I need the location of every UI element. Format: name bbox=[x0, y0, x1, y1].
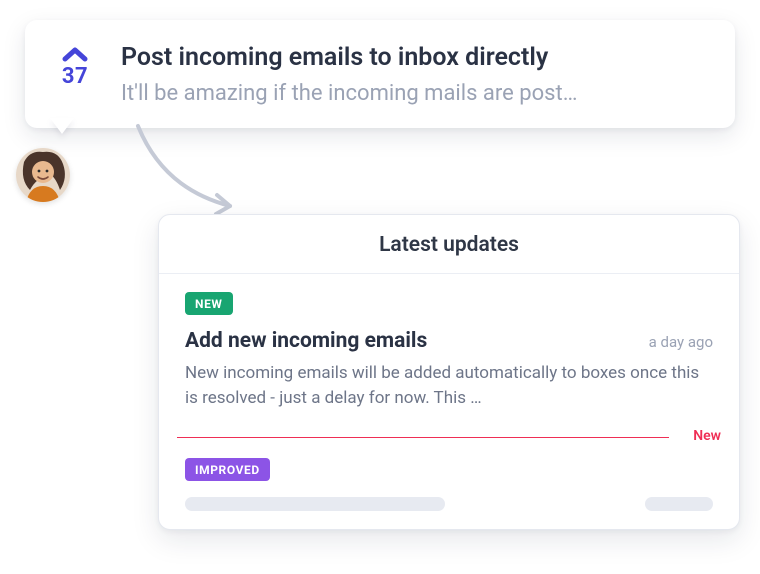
speech-bubble-tail bbox=[50, 118, 74, 134]
divider-label: New bbox=[693, 428, 721, 444]
update-item[interactable]: IMPROVED bbox=[159, 446, 739, 485]
new-divider: New bbox=[177, 428, 721, 446]
updates-panel: Latest updates NEW Add new incoming emai… bbox=[158, 214, 740, 530]
skeleton-meta bbox=[645, 497, 713, 511]
vote-count: 37 bbox=[62, 64, 88, 89]
status-badge-new: NEW bbox=[185, 292, 233, 315]
skeleton-title bbox=[185, 497, 445, 511]
update-body: New incoming emails will be added automa… bbox=[185, 361, 705, 410]
skeleton-row bbox=[159, 485, 739, 517]
request-description: It'll be amazing if the incoming mails a… bbox=[121, 81, 705, 106]
request-body: Post incoming emails to inbox directly I… bbox=[121, 42, 705, 106]
feature-request-card[interactable]: 37 Post incoming emails to inbox directl… bbox=[25, 20, 735, 128]
status-badge-improved: IMPROVED bbox=[185, 458, 270, 481]
update-title: Add new incoming emails bbox=[185, 329, 427, 353]
avatar bbox=[16, 148, 70, 202]
chevron-up-icon bbox=[62, 46, 88, 62]
update-item[interactable]: NEW Add new incoming emails a day ago Ne… bbox=[159, 274, 739, 424]
updates-header: Latest updates bbox=[159, 215, 739, 274]
divider-line bbox=[177, 437, 669, 438]
update-timestamp: a day ago bbox=[649, 333, 713, 351]
vote-block[interactable]: 37 bbox=[51, 42, 99, 106]
request-title: Post incoming emails to inbox directly bbox=[121, 42, 705, 75]
